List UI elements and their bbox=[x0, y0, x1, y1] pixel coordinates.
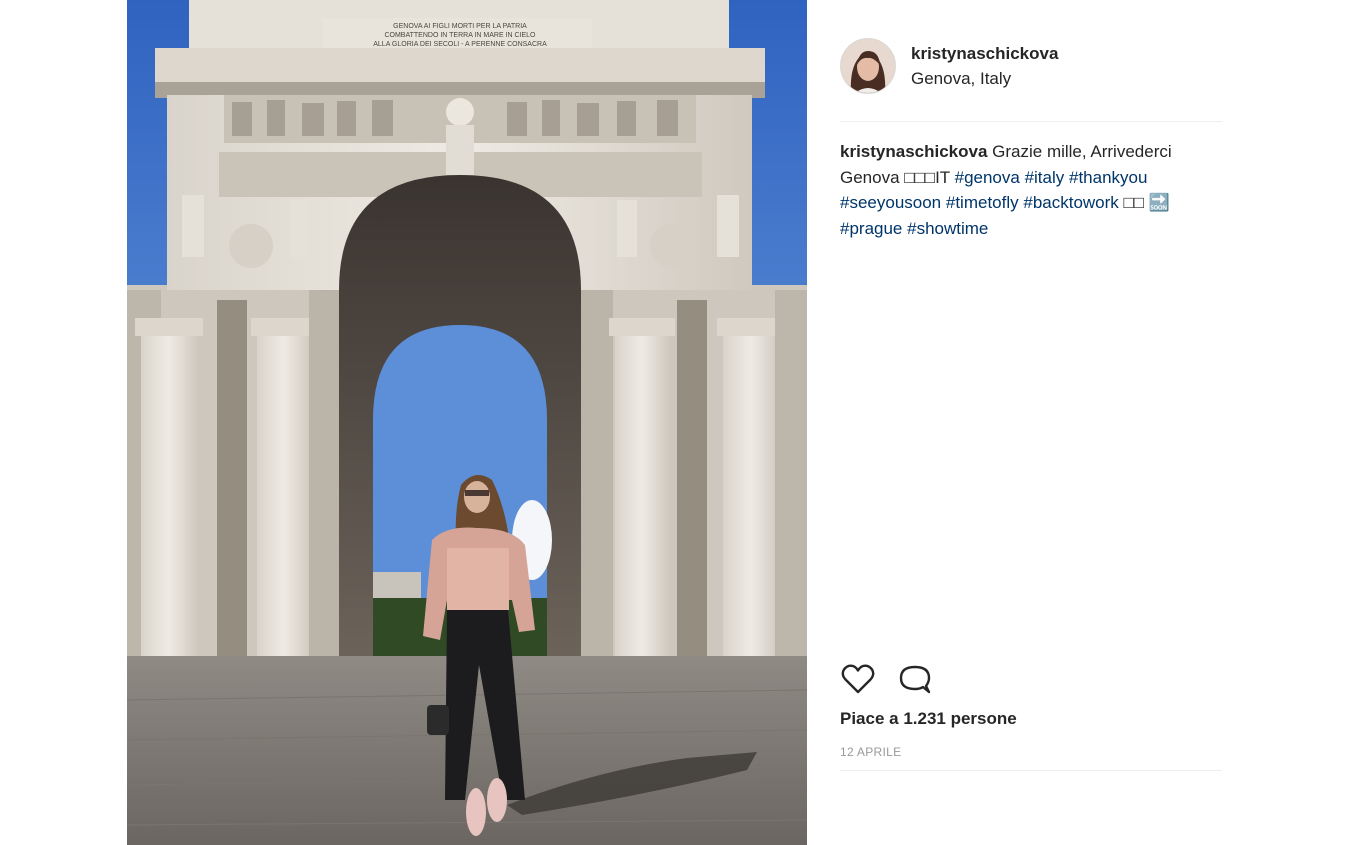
post-photo[interactable]: GENOVA AI FIGLI MORTI PER LA PATRIA COMB… bbox=[127, 0, 807, 845]
hashtag-showtime[interactable]: #showtime bbox=[907, 219, 988, 238]
post-sidebar: kristynaschickova Genova, Italy kristyna… bbox=[840, 0, 1222, 845]
comment-button[interactable] bbox=[897, 662, 933, 696]
soon-arrow-emoji: 🔜 bbox=[1148, 193, 1170, 212]
avatar-image bbox=[841, 39, 895, 93]
post-location[interactable]: Genova, Italy bbox=[911, 69, 1011, 89]
hashtag-italy[interactable]: #italy bbox=[1025, 168, 1065, 187]
post-username[interactable]: kristynaschickova bbox=[911, 44, 1058, 64]
post-actions bbox=[840, 662, 1222, 696]
comment-icon bbox=[899, 665, 931, 694]
hashtag-thankyou[interactable]: #thankyou bbox=[1069, 168, 1147, 187]
inscription-line-2: COMBATTENDO IN TERRA IN MARE IN CIELO bbox=[384, 32, 536, 39]
caption-username[interactable]: kristynaschickova bbox=[840, 142, 987, 161]
inscription-line-3: ALLA GLORIA DEI SECOLI - A PERENNE CONSA… bbox=[373, 41, 547, 48]
post-header: kristynaschickova Genova, Italy bbox=[840, 38, 1222, 98]
hashtag-seeyousoon[interactable]: #seeyousoon bbox=[840, 193, 941, 212]
hashtag-genova[interactable]: #genova bbox=[955, 168, 1020, 187]
hashtag-timetofly[interactable]: #timetofly bbox=[946, 193, 1019, 212]
post-caption: kristynaschickova Grazie mille, Arrivede… bbox=[840, 139, 1220, 241]
likes-count[interactable]: Piace a 1.231 persone bbox=[840, 709, 1017, 729]
hashtag-backtowork[interactable]: #backtowork bbox=[1023, 193, 1118, 212]
caption-emoji-2: □□ bbox=[1123, 193, 1145, 212]
avatar[interactable] bbox=[840, 38, 896, 94]
post-date: 12 APRILE bbox=[840, 745, 902, 759]
footer-divider bbox=[840, 770, 1222, 771]
heart-icon bbox=[841, 664, 875, 694]
like-button[interactable] bbox=[840, 662, 876, 696]
post-image: GENOVA AI FIGLI MORTI PER LA PATRIA COMB… bbox=[127, 0, 807, 845]
inscription-line-1: GENOVA AI FIGLI MORTI PER LA PATRIA bbox=[393, 23, 527, 30]
caption-emoji: □□□IT bbox=[904, 167, 950, 187]
header-divider bbox=[840, 121, 1222, 122]
hashtag-prague[interactable]: #prague bbox=[840, 219, 902, 238]
